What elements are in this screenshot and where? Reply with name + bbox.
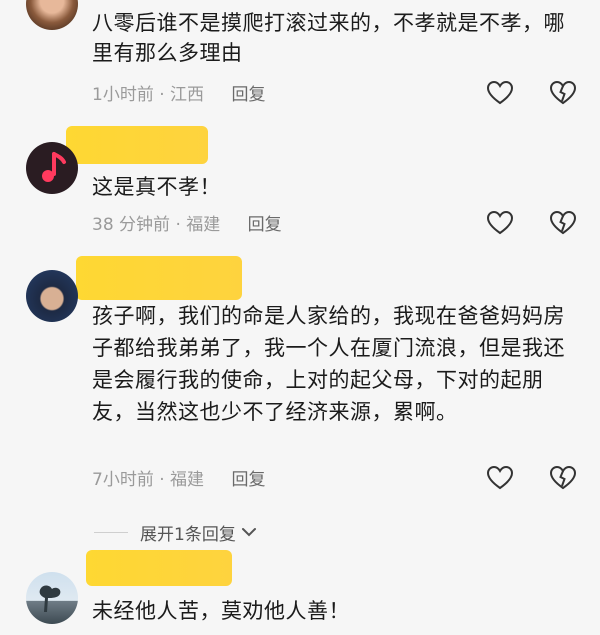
divider bbox=[94, 531, 128, 533]
broken-heart-icon[interactable] bbox=[549, 210, 577, 236]
avatar[interactable] bbox=[26, 572, 78, 624]
chevron-down-icon bbox=[241, 528, 256, 537]
avatar[interactable] bbox=[26, 270, 78, 322]
heart-icon[interactable] bbox=[486, 210, 514, 236]
comment-text: 未经他人苦，莫劝他人善！ bbox=[92, 599, 350, 623]
redacted-username bbox=[66, 126, 208, 164]
username bbox=[86, 560, 104, 578]
music-note-icon bbox=[42, 152, 66, 182]
comment-text: 孩子啊，我们的命是人家给的，我现在爸爸妈妈房子都给我弟弟了，我一个人在厦门流浪，… bbox=[92, 304, 565, 424]
comment-time: 7小时前 bbox=[92, 470, 154, 490]
reply-button[interactable]: 回复 bbox=[231, 470, 265, 490]
expand-replies-label: 展开1条回复 bbox=[140, 524, 236, 545]
reply-button[interactable]: 回复 bbox=[248, 215, 282, 235]
comment-meta: 1小时前 · 江西 回复 bbox=[92, 80, 265, 105]
redacted-username bbox=[76, 256, 242, 300]
avatar[interactable] bbox=[26, 142, 78, 194]
tree-silhouette-icon bbox=[39, 585, 61, 612]
comment-time: 38 分钟前 bbox=[92, 215, 171, 235]
expand-replies-button[interactable]: 展开1条回复 bbox=[94, 517, 258, 547]
redacted-username bbox=[86, 550, 232, 586]
comment-meta: 7小时前 · 福建 回复 bbox=[92, 465, 265, 490]
comment-meta: 38 分钟前 · 福建 回复 bbox=[92, 210, 282, 235]
comment-time: 1小时前 bbox=[92, 85, 154, 105]
username bbox=[76, 266, 94, 284]
separator: · bbox=[159, 470, 171, 490]
reply-button[interactable]: 回复 bbox=[231, 85, 265, 105]
heart-icon[interactable] bbox=[486, 465, 514, 491]
comment-location: 福建 bbox=[186, 215, 221, 235]
avatar[interactable] bbox=[26, 0, 78, 30]
heart-icon[interactable] bbox=[486, 80, 514, 106]
comment-text: 这是真不孝！ bbox=[92, 175, 221, 199]
comment-location: 福建 bbox=[170, 470, 205, 490]
separator: · bbox=[159, 85, 171, 105]
comment-location: 江西 bbox=[170, 85, 205, 105]
broken-heart-icon[interactable] bbox=[549, 80, 577, 106]
comment-text: 八零后谁不是摸爬打滚过来的，不孝就是不孝，哪里有那么多理由 bbox=[92, 11, 565, 65]
broken-heart-icon[interactable] bbox=[549, 465, 577, 491]
separator: · bbox=[175, 215, 187, 235]
